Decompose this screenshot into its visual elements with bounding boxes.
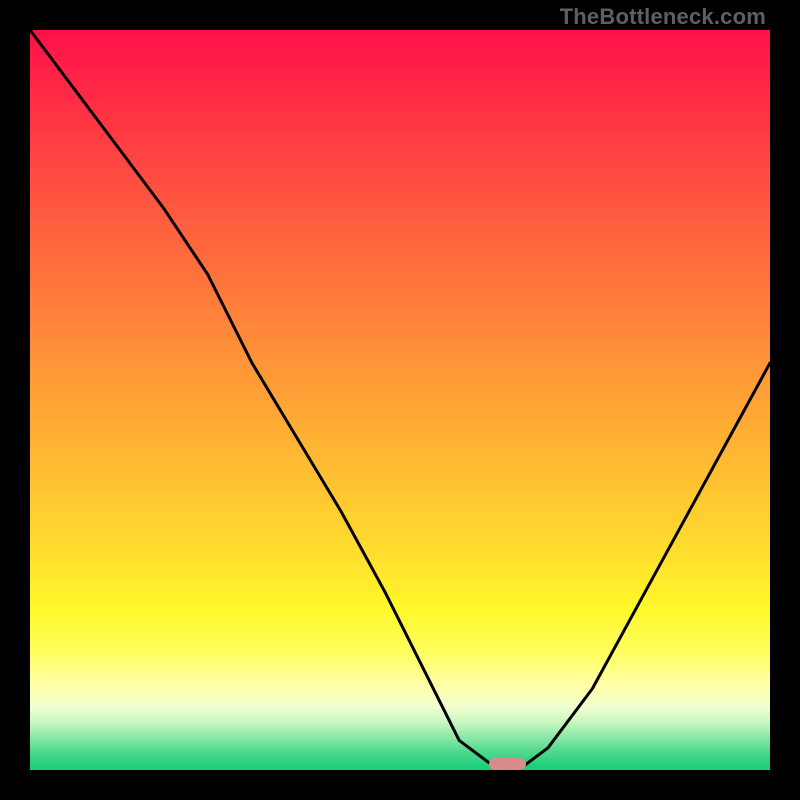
optimal-marker — [489, 758, 526, 770]
chart-frame: TheBottleneck.com — [0, 0, 800, 800]
plot-area — [30, 30, 770, 770]
watermark: TheBottleneck.com — [560, 4, 766, 30]
heat-gradient — [30, 30, 770, 770]
